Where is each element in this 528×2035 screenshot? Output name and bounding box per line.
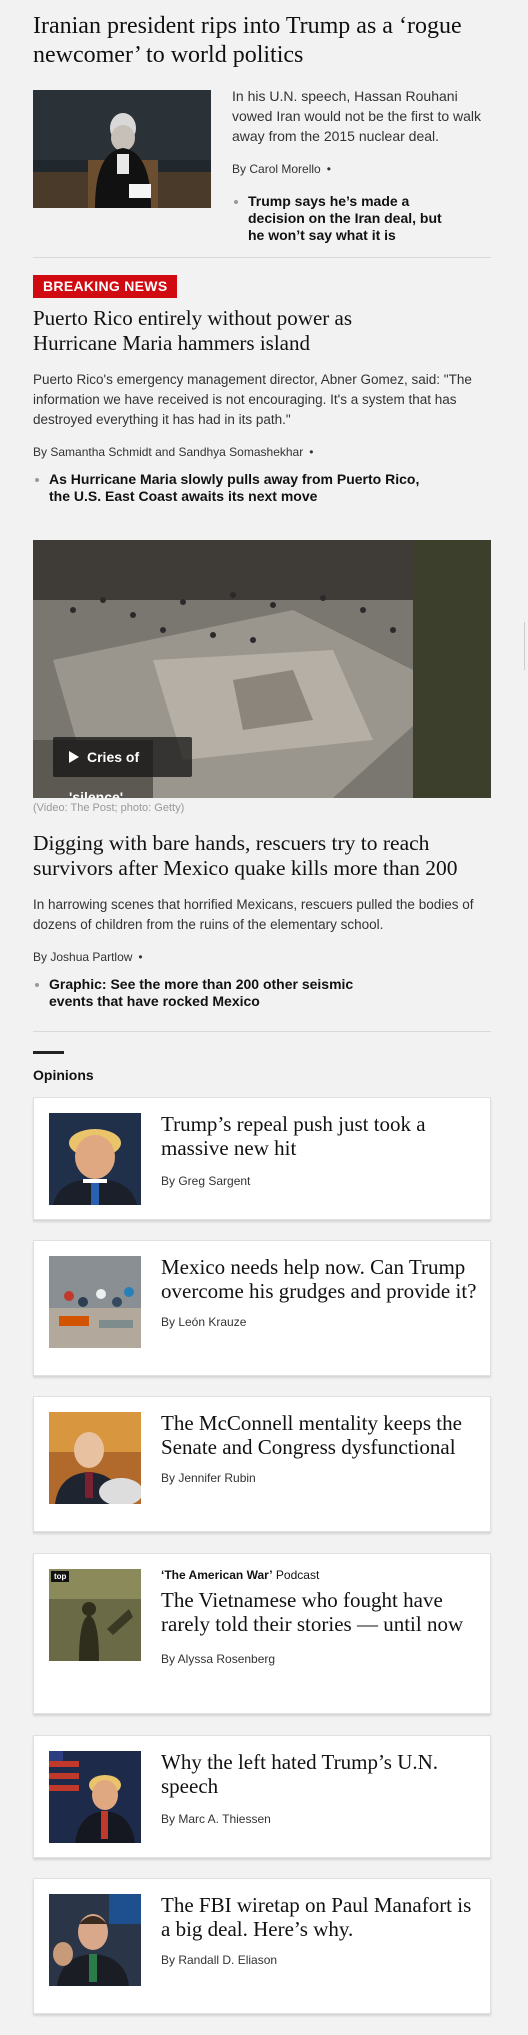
story-mexico-quake: (Video: The Post; photo: Getty) Digging … bbox=[33, 802, 491, 1010]
opinion-text: The McConnell mentality keeps the Senate… bbox=[161, 1411, 478, 1485]
kicker-rest: Podcast bbox=[272, 1568, 320, 1582]
opinion-card[interactable]: Why the left hated Trump’s U.N. speech B… bbox=[33, 1735, 491, 1858]
opinion-card[interactable]: top ‘The American War’ Podcast The Vietn… bbox=[33, 1553, 491, 1714]
story-headline[interactable]: Iranian president rips into Trump as a ‘… bbox=[33, 12, 491, 70]
trump-un-thumbnail[interactable] bbox=[49, 1751, 141, 1843]
story-byline: By Joshua Partlow • bbox=[33, 950, 491, 964]
opinion-byline[interactable]: By Alyssa Rosenberg bbox=[161, 1652, 478, 1666]
story-headline[interactable]: Digging with bare hands, rescuers try to… bbox=[33, 831, 491, 881]
related-link[interactable]: Graphic: See the more than 200 other sei… bbox=[33, 976, 363, 1010]
quake-video[interactable]: Cries of 'silence' bbox=[33, 540, 491, 798]
breaking-news-badge: BREAKING NEWS bbox=[33, 275, 178, 298]
author-link[interactable]: Joshua Partlow bbox=[50, 950, 132, 964]
opinion-title[interactable]: Trump’s repeal push just took a massive … bbox=[161, 1112, 478, 1160]
story-rouhani: Iranian president rips into Trump as a ‘… bbox=[33, 12, 491, 70]
byline-dot: • bbox=[309, 445, 314, 459]
opinion-text: Why the left hated Trump’s U.N. speech B… bbox=[161, 1750, 478, 1826]
opinion-byline[interactable]: By Marc A. Thiessen bbox=[161, 1812, 478, 1826]
opinion-text: ‘The American War’ Podcast The Vietnames… bbox=[161, 1568, 478, 1666]
opinion-card[interactable]: Trump’s repeal push just took a massive … bbox=[33, 1097, 491, 1220]
opinion-title[interactable]: Why the left hated Trump’s U.N. speech bbox=[161, 1750, 478, 1798]
kicker-bold: ‘The American War’ bbox=[161, 1568, 273, 1582]
byline-dot: • bbox=[326, 162, 331, 176]
divider bbox=[33, 1031, 491, 1032]
opinion-byline[interactable]: By Jennifer Rubin bbox=[161, 1471, 478, 1485]
mexico-rescue-thumbnail[interactable] bbox=[49, 1256, 141, 1348]
opinion-title[interactable]: The McConnell mentality keeps the Senate… bbox=[161, 1411, 478, 1459]
opinion-byline[interactable]: By León Krauze bbox=[161, 1315, 478, 1329]
opinion-title[interactable]: The Vietnamese who fought have rarely to… bbox=[161, 1588, 478, 1636]
opinion-kicker[interactable]: ‘The American War’ Podcast bbox=[161, 1568, 478, 1582]
manafort-thumbnail[interactable] bbox=[49, 1894, 141, 1986]
play-icon bbox=[69, 751, 79, 764]
opinion-title[interactable]: Mexico needs help now. Can Trump overcom… bbox=[161, 1255, 478, 1303]
opinion-byline[interactable]: By Randall D. Eliason bbox=[161, 1953, 478, 1967]
author-link[interactable]: Samantha Schmidt bbox=[50, 445, 151, 459]
related-link[interactable]: Trump says he’s made a decision on the I… bbox=[232, 193, 494, 244]
opinion-card[interactable]: The McConnell mentality keeps the Senate… bbox=[33, 1396, 491, 1532]
story-headline[interactable]: Puerto Rico entirely without power as Hu… bbox=[33, 306, 393, 356]
opinion-card[interactable]: Mexico needs help now. Can Trump overcom… bbox=[33, 1240, 491, 1376]
opinion-text: Mexico needs help now. Can Trump overcom… bbox=[161, 1255, 478, 1329]
story-byline: By Carol Morello • bbox=[232, 162, 494, 176]
opinion-byline[interactable]: By Greg Sargent bbox=[161, 1174, 478, 1188]
scrollbar-thumb[interactable] bbox=[524, 622, 528, 670]
opinion-card[interactable]: The FBI wiretap on Paul Manafort is a bi… bbox=[33, 1878, 491, 2014]
byline-and: and bbox=[155, 445, 176, 459]
author-link[interactable]: Sandhya Somashekhar bbox=[178, 445, 303, 459]
byline-dot: • bbox=[138, 950, 143, 964]
section-accent-bar bbox=[33, 1051, 64, 1054]
podcast-logo-icon: top bbox=[51, 1571, 70, 1582]
author-link[interactable]: Carol Morello bbox=[249, 162, 320, 176]
story1-side: In his U.N. speech, Hassan Rouhani vowed… bbox=[232, 86, 494, 244]
byline-prefix: By bbox=[232, 162, 247, 176]
divider bbox=[33, 257, 491, 258]
photo-credit: (Video: The Post; photo: Getty) bbox=[33, 802, 185, 814]
opinions-section-label[interactable]: Opinions bbox=[33, 1067, 94, 1083]
vietnam-podcast-thumbnail[interactable]: top bbox=[49, 1569, 141, 1661]
opinion-text: The FBI wiretap on Paul Manafort is a bi… bbox=[161, 1893, 478, 1967]
byline-prefix: By bbox=[33, 445, 48, 459]
trump-thumbnail[interactable] bbox=[49, 1113, 141, 1205]
opinion-text: Trump’s repeal push just took a massive … bbox=[161, 1112, 478, 1188]
story-blurb: Puerto Rico's emergency management direc… bbox=[33, 372, 472, 427]
byline-prefix: By bbox=[33, 950, 48, 964]
story-puerto-rico: BREAKING NEWS Puerto Rico entirely witho… bbox=[33, 275, 491, 505]
story-blurb: In harrowing scenes that horrified Mexic… bbox=[33, 897, 474, 932]
rouhani-photo[interactable] bbox=[33, 90, 211, 208]
story-blurb: In his U.N. speech, Hassan Rouhani vowed… bbox=[232, 88, 482, 144]
opinion-title[interactable]: The FBI wiretap on Paul Manafort is a bi… bbox=[161, 1893, 478, 1941]
video-play-button[interactable]: Cries of 'silence' bbox=[53, 737, 192, 798]
story-byline: By Samantha Schmidt and Sandhya Somashek… bbox=[33, 445, 491, 459]
related-link[interactable]: As Hurricane Maria slowly pulls away fro… bbox=[33, 471, 423, 505]
mcconnell-thumbnail[interactable] bbox=[49, 1412, 141, 1504]
